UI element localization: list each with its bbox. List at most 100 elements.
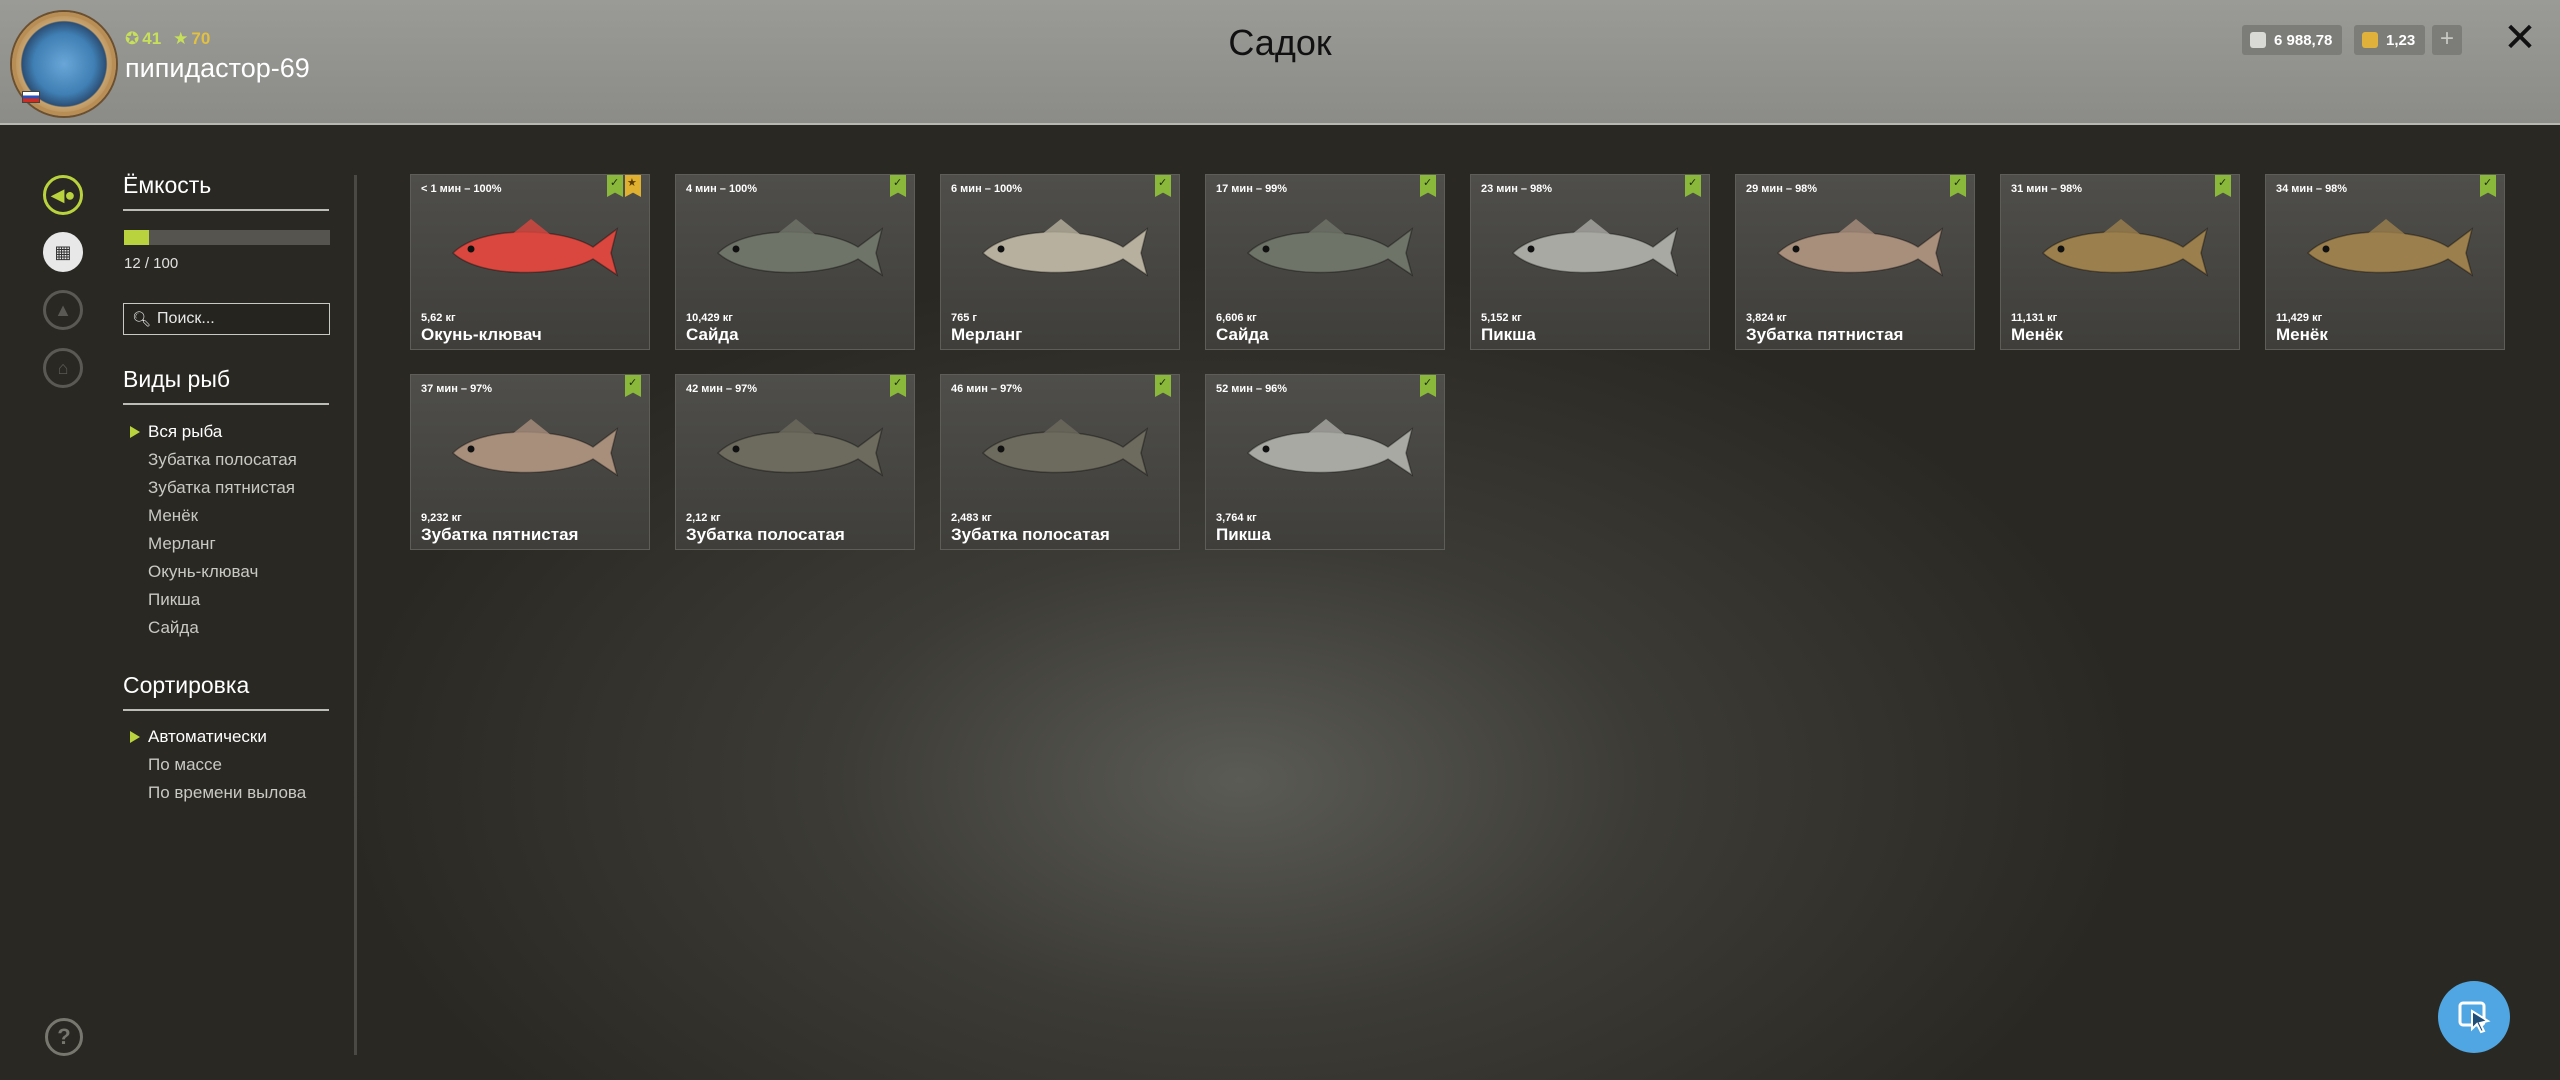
fish-weight: 11,429 кг [2276, 312, 2323, 324]
fish-name: Пикша [1216, 525, 1271, 544]
keepnet-fish-icon[interactable]: ◀● [43, 175, 83, 215]
silver-value: 6 988,78 [2274, 31, 2333, 49]
catch-time: 52 мин – 96% [1216, 383, 1288, 395]
russia-flag-icon [22, 91, 40, 103]
sort-item-time[interactable]: По времени вылова [130, 779, 360, 807]
fish-name: Менёк [2276, 325, 2328, 344]
sort-item-auto[interactable]: Автоматически [130, 723, 360, 751]
capacity-bar [124, 230, 330, 245]
sort-item-mass[interactable]: По массе [130, 751, 360, 779]
fish-name: Зубатка пятнистая [421, 525, 579, 544]
species-item-all[interactable]: Вся рыба [130, 418, 360, 446]
fish-card[interactable]: 23 мин – 98% 5,152 кгПикша [1470, 174, 1710, 350]
check-badge-icon [2215, 175, 2231, 197]
species-item-haddock[interactable]: Пикша [130, 586, 360, 614]
fish-image [1246, 219, 1414, 277]
add-currency-button[interactable]: + [2432, 25, 2462, 55]
catch-time: < 1 мин – 100% [421, 183, 502, 195]
silver-balance: 6 988,78 [2242, 25, 2343, 55]
sort-section: Сортировка [123, 672, 329, 711]
silver-coins-icon [2250, 32, 2266, 48]
gold-value: 1,23 [2386, 31, 2416, 49]
fish-image [716, 419, 884, 477]
fish-weight: 11,131 кг [2011, 312, 2058, 324]
check-badge-icon [1685, 175, 1701, 197]
species-section: Виды рыб [123, 366, 329, 405]
fish-weight: 5,62 кг [421, 312, 456, 324]
species-item-tusk[interactable]: Менёк [130, 502, 360, 530]
fish-weight: 9,232 кг [421, 512, 462, 524]
close-button[interactable]: ✕ [2500, 18, 2540, 58]
fish-name: Сайда [1216, 325, 1269, 344]
fish-card[interactable]: < 1 мин – 100% 5,62 кгОкунь-клювач [410, 174, 650, 350]
fish-weight: 3,824 кг [1746, 312, 1787, 324]
fish-card[interactable]: 42 мин – 97% 2,12 кгЗубатка полосатая [675, 374, 915, 550]
help-icon[interactable]: ? [45, 1018, 83, 1056]
fish-card[interactable]: 6 мин – 100% 765 гМерланг [940, 174, 1180, 350]
species-item-rosefish[interactable]: Окунь-клювач [130, 558, 360, 586]
fish-name: Пикша [1481, 325, 1536, 344]
page-title: Садок [1228, 22, 1332, 63]
species-item-spotted-wolffish[interactable]: Зубатка пятнистая [130, 474, 360, 502]
fish-image [1511, 219, 1679, 277]
top-bar: ✪ 41 ★ 70 пипидастор-69 Садок 6 988,78 1,2… [0, 0, 2560, 125]
check-badge-icon [1155, 175, 1171, 197]
fish-card[interactable]: 37 мин – 97% 9,232 кгЗубатка пятнистая [410, 374, 650, 550]
fish-image [2041, 219, 2209, 277]
check-badge-icon [625, 375, 641, 397]
fire-icon[interactable]: ▲ [43, 290, 83, 330]
fish-card[interactable]: 31 мин – 98% 11,131 кгМенёк [2000, 174, 2240, 350]
fish-weight: 3,764 кг [1216, 512, 1257, 524]
trophy-star-badge-icon [625, 175, 641, 197]
check-badge-icon [890, 175, 906, 197]
fish-image [451, 419, 619, 477]
cursor-icon [2458, 1001, 2491, 1034]
fish-image [2306, 219, 2474, 277]
fish-card[interactable]: 46 мин – 97% 2,483 кгЗубатка полосатая [940, 374, 1180, 550]
species-item-striped-wolffish[interactable]: Зубатка полосатая [130, 446, 360, 474]
fish-card[interactable]: 52 мин – 96% 3,764 кгПикша [1205, 374, 1445, 550]
catch-time: 6 мин – 100% [951, 183, 1023, 195]
fish-image [981, 419, 1149, 477]
fish-weight: 2,483 кг [951, 512, 992, 524]
search-icon: 🔍︎ [132, 311, 152, 328]
search-input[interactable]: 🔍︎ Поиск... [123, 303, 330, 335]
check-badge-icon [1950, 175, 1966, 197]
fish-card[interactable]: 34 мин – 98% 11,429 кгМенёк [2265, 174, 2505, 350]
gold-balance: 1,23 [2354, 25, 2426, 55]
fish-card[interactable]: 29 мин – 98% 3,824 кгЗубатка пятнистая [1735, 174, 1975, 350]
capacity-title: Ёмкость [123, 172, 329, 211]
species-item-saithe[interactable]: Сайда [130, 614, 360, 642]
search-placeholder: Поиск... [157, 310, 215, 327]
fish-name: Зубатка полосатая [686, 525, 845, 544]
check-badge-icon [1420, 175, 1436, 197]
catch-time: 29 мин – 98% [1746, 183, 1818, 195]
fish-card[interactable]: 17 мин – 99% 6,606 кгСайда [1205, 174, 1445, 350]
fish-weight: 6,606 кг [1216, 312, 1257, 324]
check-badge-icon [607, 175, 623, 197]
species-item-whiting[interactable]: Мерланг [130, 530, 360, 558]
catch-time: 23 мин – 98% [1481, 183, 1553, 195]
fish-name: Зубатка пятнистая [1746, 325, 1904, 344]
fish-image [716, 219, 884, 277]
species-title: Виды рыб [123, 366, 329, 405]
fish-card[interactable]: 4 мин – 100% 10,429 кгСайда [675, 174, 915, 350]
cursor-mode-button[interactable] [2438, 981, 2510, 1053]
fish-name: Сайда [686, 325, 739, 344]
fish-weight: 765 г [951, 312, 977, 324]
house-icon[interactable]: ⌂ [43, 348, 83, 388]
sort-list: Автоматически По массе По времени вылова [130, 723, 360, 807]
fish-image [981, 219, 1149, 277]
check-badge-icon [2480, 175, 2496, 197]
capacity-section: Ёмкость [123, 172, 329, 211]
fish-name: Мерланг [951, 325, 1023, 344]
gold-coins-icon [2362, 32, 2378, 48]
bucket-icon[interactable]: ▦ [43, 232, 83, 272]
fish-name: Менёк [2011, 325, 2063, 344]
species-list: Вся рыба Зубатка полосатая Зубатка пятни… [130, 418, 360, 642]
catch-time: 46 мин – 97% [951, 383, 1023, 395]
capacity-fill [124, 230, 149, 245]
fish-name: Зубатка полосатая [951, 525, 1110, 544]
catch-time: 42 мин – 97% [686, 383, 758, 395]
check-badge-icon [1155, 375, 1171, 397]
